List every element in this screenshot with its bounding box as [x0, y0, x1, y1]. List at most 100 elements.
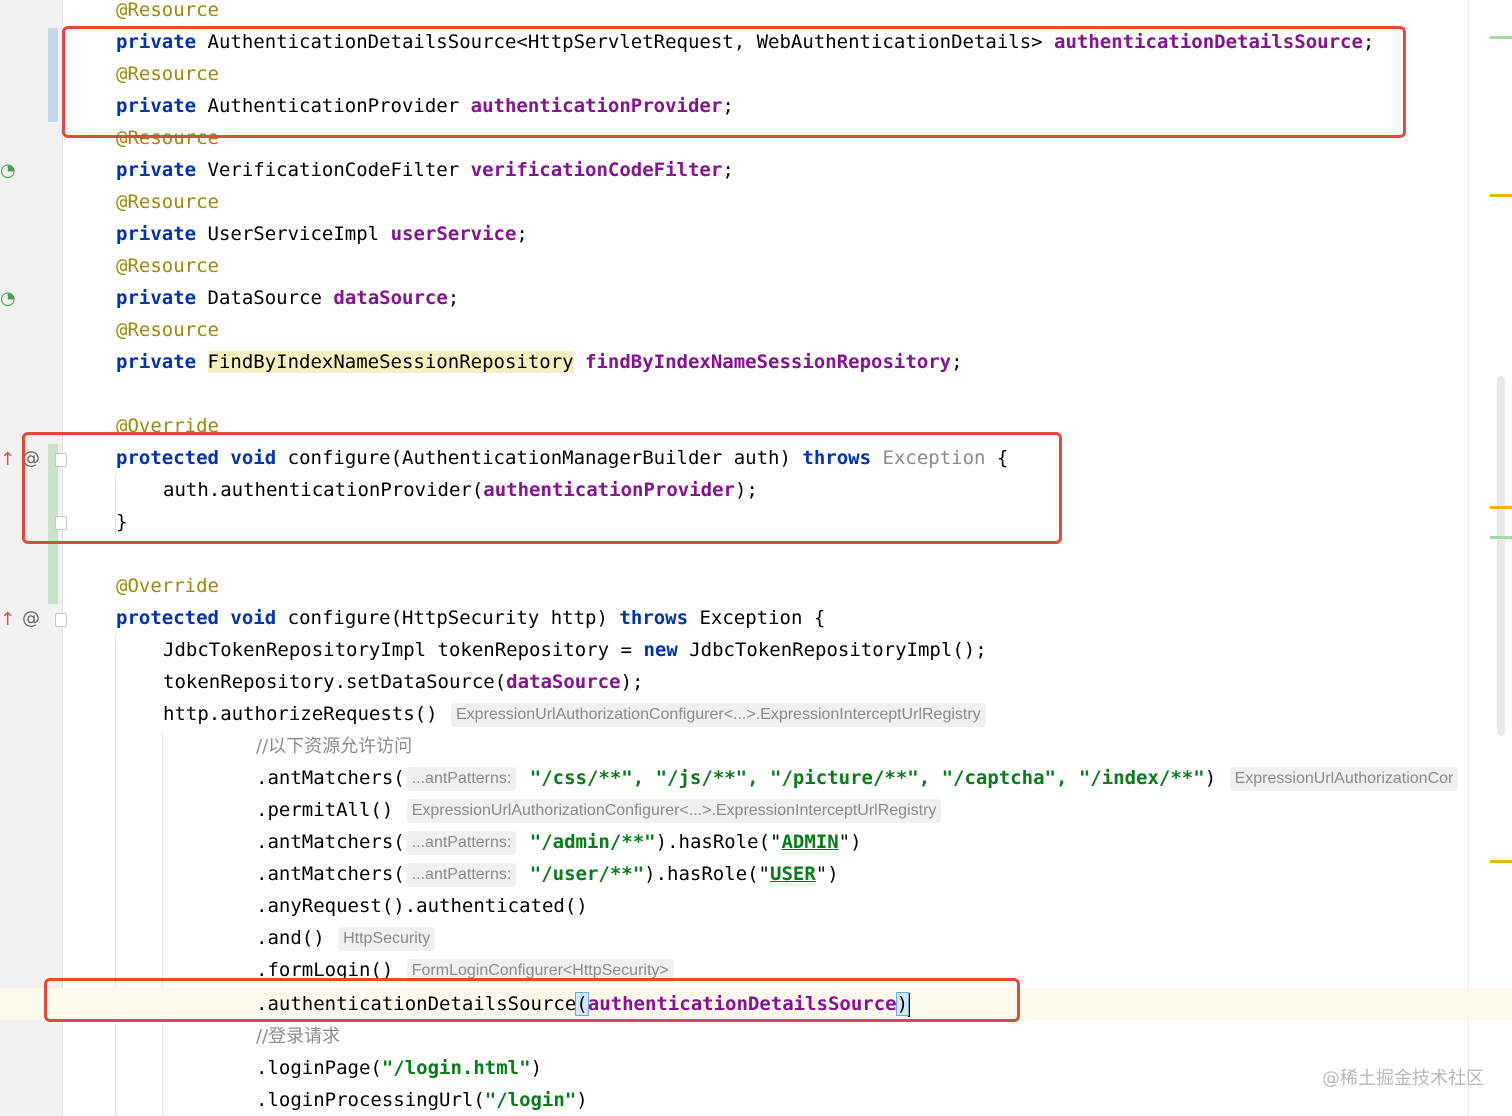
keyword: private — [116, 223, 197, 245]
annotation: @Resource — [116, 255, 219, 277]
punctuation: ; — [722, 159, 734, 181]
type-name: VerificationCodeFilter — [207, 159, 460, 181]
type-name: DataSource — [207, 287, 322, 309]
method-call: .loginProcessingUrl( — [256, 1089, 485, 1111]
string-literal: "/login" — [484, 1089, 577, 1111]
type-hint[interactable]: HttpSecurity — [338, 926, 436, 951]
code-line[interactable]: //登录请求 — [256, 1020, 340, 1052]
keyword: private — [116, 159, 197, 181]
punctuation: ) — [576, 1089, 588, 1111]
warning-stripe-marker[interactable] — [1490, 860, 1512, 863]
method-call: .antMatchers( — [256, 863, 405, 885]
punctuation: ) — [1204, 767, 1217, 789]
at-annotation-icon[interactable]: @ — [22, 608, 40, 629]
string-literal: "/css/**", "/js/**", "/picture/**", "/ca… — [529, 767, 1205, 789]
method-call: .permitAll() — [256, 799, 394, 821]
keyword: throws — [619, 607, 689, 629]
method-call: .antMatchers( — [256, 767, 405, 789]
punctuation: ; — [516, 223, 528, 245]
statement: JdbcTokenRepositoryImpl tokenRepository … — [163, 639, 644, 661]
string-literal: "/user/**" — [529, 863, 645, 885]
code-line[interactable]: .loginPage("/login.html") — [256, 1052, 542, 1084]
modified-lines-marker[interactable] — [48, 28, 58, 122]
code-line[interactable]: .antMatchers(...antPatterns: "/admin/**"… — [256, 826, 862, 858]
code-line[interactable]: protected void configure(HttpSecurity ht… — [116, 602, 825, 634]
string-literal: "/login.html" — [381, 1057, 531, 1079]
warning-stripe-marker[interactable] — [1490, 194, 1512, 197]
method-call: .antMatchers( — [256, 831, 405, 853]
code-line[interactable]: @Resource — [116, 0, 219, 26]
annotation: @Override — [116, 575, 219, 597]
field-name: dataSource — [333, 287, 448, 309]
annotation: @Resource — [116, 191, 219, 213]
field-name: findByIndexNameSessionRepository — [585, 351, 952, 373]
warning-stripe-marker[interactable] — [1490, 506, 1512, 509]
code-line[interactable]: @Resource — [116, 250, 219, 282]
vertical-scrollbar[interactable] — [1497, 376, 1505, 736]
code-line[interactable]: //以下资源允许访问 — [256, 730, 412, 762]
field-name: userService — [390, 223, 517, 245]
annotation: @Resource — [116, 319, 219, 341]
param-hint[interactable]: ...antPatterns: — [406, 862, 517, 887]
punctuation: ); — [620, 671, 644, 693]
code-line[interactable]: tokenRepository.setDataSource(dataSource… — [163, 666, 643, 698]
field-name: verificationCodeFilter — [470, 159, 723, 181]
punctuation: ; — [951, 351, 963, 373]
spring-bean-icon[interactable]: ◔ — [0, 288, 16, 309]
code-line[interactable]: private DataSource dataSource; — [116, 282, 459, 314]
method-call: .anyRequest().authenticated() — [256, 895, 588, 917]
string-literal: "/admin/**" — [529, 831, 656, 853]
highlight-box-configure-auth — [22, 432, 1062, 544]
punctuation: ; — [447, 287, 460, 309]
error-stripe-marker[interactable] — [1490, 36, 1512, 39]
code-line[interactable]: @Resource — [116, 314, 219, 346]
method-call: .loginPage( — [256, 1057, 382, 1079]
code-line[interactable]: JdbcTokenRepositoryImpl tokenRepository … — [163, 634, 987, 666]
annotation: @Resource — [116, 0, 219, 21]
type-hint[interactable]: ExpressionUrlAuthorizationCor — [1229, 766, 1459, 791]
code-line[interactable]: @Override — [116, 570, 219, 602]
punctuation: ") — [838, 831, 862, 853]
change-stripe-marker[interactable] — [1490, 536, 1512, 539]
override-method-icon[interactable]: ↑ — [0, 449, 15, 470]
code-line[interactable]: http.authorizeRequests() ExpressionUrlAu… — [163, 698, 988, 730]
method-call: tokenRepository.setDataSource( — [163, 671, 507, 693]
code-line[interactable]: .anyRequest().authenticated() — [256, 890, 588, 922]
indent-guide — [115, 635, 116, 1116]
field-name: dataSource — [506, 671, 621, 693]
keyword: protected — [116, 607, 219, 629]
method-call: ).hasRole(" — [655, 831, 782, 853]
type-name: FindByIndexNameSessionRepository — [207, 351, 574, 373]
spring-bean-icon[interactable]: ◔ — [0, 160, 16, 181]
code-line[interactable]: .antMatchers(...antPatterns: "/css/**", … — [256, 762, 1460, 794]
code-line[interactable]: .antMatchers(...antPatterns: "/user/**")… — [256, 858, 839, 890]
override-method-icon[interactable]: ↑ — [0, 609, 15, 630]
keyword: private — [116, 351, 197, 373]
code-line[interactable]: private VerificationCodeFilter verificat… — [116, 154, 734, 186]
code-line[interactable]: .loginProcessingUrl("/login") — [256, 1084, 588, 1116]
code-line[interactable]: @Resource — [116, 186, 219, 218]
punctuation: ") — [815, 863, 839, 885]
type-hint[interactable]: ExpressionUrlAuthorizationConfigurer<...… — [451, 702, 986, 727]
comment: //以下资源允许访问 — [256, 736, 413, 757]
indent-guide — [162, 732, 163, 1116]
param-hint[interactable]: ...antPatterns: — [406, 830, 517, 855]
exception-type: Exception { — [699, 607, 826, 629]
fold-toggle-icon[interactable] — [55, 613, 67, 627]
string-literal: USER — [770, 863, 816, 885]
code-line[interactable]: private UserServiceImpl userService; — [116, 218, 528, 250]
type-hint[interactable]: ExpressionUrlAuthorizationConfigurer<...… — [406, 798, 942, 823]
method-call: ).hasRole(" — [644, 863, 771, 885]
param-hint[interactable]: ...antPatterns: — [406, 766, 517, 791]
punctuation: ) — [530, 1057, 543, 1079]
method-signature: configure(HttpSecurity http) — [287, 607, 608, 629]
comment: //登录请求 — [256, 1026, 341, 1047]
code-line[interactable]: .and() HttpSecurity — [256, 922, 437, 954]
code-editor[interactable]: ◔ ◔ ↑ @ ↑ @ @Resource private Authentica… — [0, 0, 1512, 1116]
highlight-box-details-source — [44, 978, 1020, 1022]
statement: JdbcTokenRepositoryImpl(); — [689, 639, 987, 661]
type-name: UserServiceImpl — [207, 223, 380, 245]
watermark-text: @稀土掘金技术社区 — [1322, 1068, 1484, 1089]
code-line[interactable]: private FindByIndexNameSessionRepository… — [116, 346, 963, 378]
code-line[interactable]: .permitAll() ExpressionUrlAuthorizationC… — [256, 794, 943, 826]
